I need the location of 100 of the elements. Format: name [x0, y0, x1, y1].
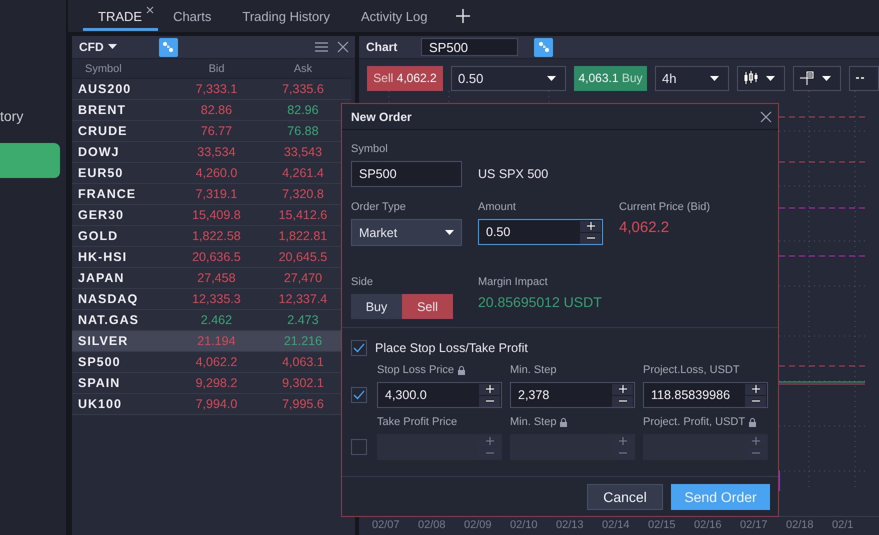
date-label: 02/14 [602, 519, 631, 531]
number-field[interactable]: 118.85839986 [643, 382, 768, 408]
plus-icon [586, 222, 594, 230]
sidebar-item[interactable]: tory [0, 108, 24, 124]
checkbox[interactable] [351, 387, 367, 403]
side-toggle[interactable]: Sell [402, 294, 453, 319]
bid-cell-text: 7,994.0 [194, 397, 238, 411]
symbol-cell-text: FRANCE [77, 187, 138, 201]
date-label: 02/18 [786, 519, 815, 531]
date-label: 02/1 [832, 519, 854, 531]
panel-title: Chart [366, 40, 398, 54]
link-button[interactable] [534, 38, 553, 56]
close-icon[interactable] [760, 110, 772, 122]
ask-cell-text: 82.96 [286, 103, 320, 117]
symbol-cell-text: NASDAQ [77, 292, 140, 306]
increment-button[interactable] [745, 384, 766, 394]
sell-button[interactable]: Sell 4,062.2 [367, 66, 443, 90]
close-icon[interactable] [337, 41, 349, 53]
number-field[interactable]: 4,300.0 [377, 382, 502, 408]
current-price: 4,062.2 [619, 219, 670, 236]
checkbox[interactable] [351, 340, 367, 356]
ask-cell-text: 20,645.5 [278, 250, 328, 264]
text-input[interactable]: 118.85839986 [644, 383, 745, 407]
increment-button[interactable] [612, 384, 633, 394]
field-label: Side [351, 276, 374, 288]
symbol-cell-text: SPAIN [77, 376, 122, 390]
tab[interactable]: TRADE [83, 1, 158, 31]
text-input[interactable]: 2,378 [511, 383, 612, 407]
link-button[interactable] [158, 38, 178, 56]
bid-cell-text: 7,319.1 [194, 187, 238, 201]
field-label: Take Profit Price [377, 416, 458, 428]
number-field[interactable]: 2,378 [510, 382, 635, 408]
checkbox[interactable] [351, 439, 367, 455]
bid-cell-text: 2.462 [200, 313, 234, 327]
plus-icon [752, 437, 760, 445]
watchlist-row[interactable]: BRENT 82.86 82.96 [72, 100, 351, 121]
buy-button[interactable]: 4,063.1 Buy [574, 66, 647, 90]
field-label: Amount [478, 201, 516, 213]
text-input[interactable]: SP500 [352, 162, 461, 186]
caret-icon[interactable] [108, 44, 117, 50]
minus-icon [618, 400, 626, 402]
field-label: Symbol [351, 143, 388, 155]
field-label: Min. Step [510, 416, 568, 428]
bid-cell-text: 76.77 [200, 124, 234, 138]
ask-cell-text: 33,543 [282, 145, 324, 159]
add-tab-icon[interactable] [456, 9, 470, 23]
decrement-button[interactable] [612, 396, 633, 406]
bid-cell-text: 1,822.58 [191, 229, 242, 243]
minus-icon [486, 452, 494, 454]
bid-cell-text: 15,409.8 [191, 208, 242, 222]
decrement-button[interactable] [745, 396, 766, 406]
order-type-dropdown[interactable]: Market [351, 219, 462, 246]
date-label: 02/16 [694, 519, 723, 531]
text-input[interactable]: 4,300.0 [378, 383, 479, 407]
margin-value: 20.85695012 USDT [478, 294, 602, 310]
link-icon [538, 41, 550, 53]
bid-cell-text: 4,260.0 [194, 166, 238, 180]
symbol-cell-text: BRENT [77, 103, 128, 117]
panel-title[interactable]: CFD [79, 40, 104, 54]
text-input[interactable]: SP500 [422, 39, 517, 55]
lock-icon [458, 366, 466, 374]
increment-button[interactable] [479, 384, 500, 394]
symbol-cell-text: DOWJ [77, 145, 120, 159]
text-input[interactable]: 0.50 [479, 220, 580, 244]
caret-icon [445, 230, 454, 235]
minus-icon [752, 400, 760, 402]
side-toggle[interactable]: Buy [351, 294, 402, 319]
tab[interactable]: Activity Log [346, 1, 444, 31]
bid-cell-text: 7,333.1 [194, 82, 238, 96]
date-label: 02/13 [556, 519, 585, 531]
cancel-button[interactable]: Cancel [587, 484, 663, 510]
dash-icon [856, 77, 864, 79]
lock-icon [560, 418, 568, 426]
field-label: Order Type [351, 201, 406, 213]
watchlist-row[interactable]: AUS200 7,333.1 7,335.6 [72, 79, 351, 100]
ask-cell-text: 7,335.6 [281, 82, 325, 96]
amount-dropdown[interactable]: 0.50 [451, 66, 566, 90]
decrement-button[interactable] [580, 232, 601, 244]
ask-cell-text: 2.473 [286, 313, 320, 327]
link-icon [162, 41, 174, 53]
menu-icon[interactable] [315, 42, 328, 52]
ask-cell-text: 7,320.8 [281, 187, 325, 201]
tab[interactable]: Trading History [227, 1, 346, 31]
decrement-button[interactable] [479, 396, 500, 406]
ask-cell-text: 4,063.1 [281, 355, 325, 369]
chart-type-dropdown[interactable] [737, 66, 785, 90]
drawing-tool-dropdown[interactable] [793, 66, 841, 90]
close-icon[interactable] [146, 6, 154, 14]
ask-cell-text: 12,337.4 [278, 292, 328, 306]
ask-cell-text: 76.88 [286, 124, 320, 138]
increment-button[interactable] [580, 220, 601, 232]
bid-cell-text: 12,335.3 [191, 292, 242, 306]
interval-dropdown[interactable]: 4h [655, 66, 729, 90]
symbol-cell-text: EUR50 [77, 166, 124, 180]
tab[interactable]: Charts [158, 1, 228, 31]
caret-icon [547, 76, 556, 80]
ask-cell-text: 27,470 [282, 271, 324, 285]
ask-cell-text: 7,995.6 [281, 397, 325, 411]
ask-cell-text: 1,822.81 [278, 229, 328, 243]
amount-field[interactable]: 0.50 [478, 219, 603, 245]
